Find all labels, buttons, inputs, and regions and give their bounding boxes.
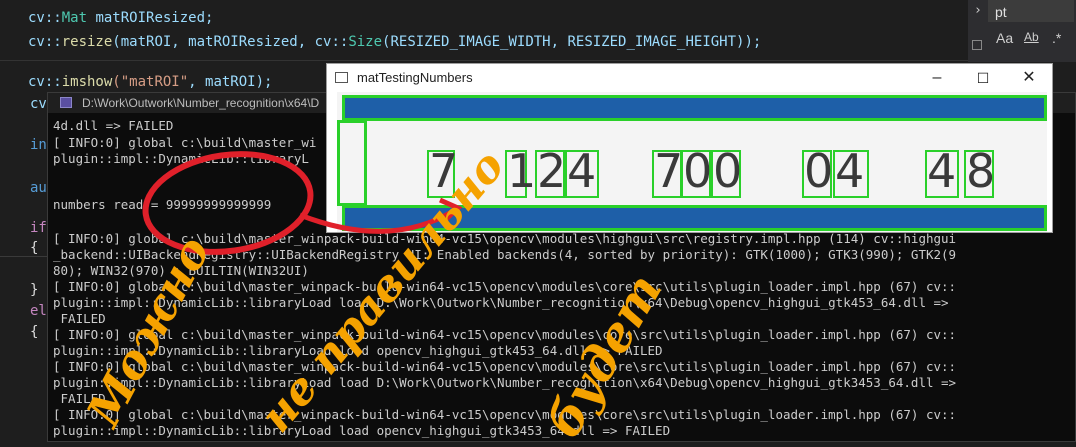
annotation-layer bbox=[142, 151, 463, 255]
